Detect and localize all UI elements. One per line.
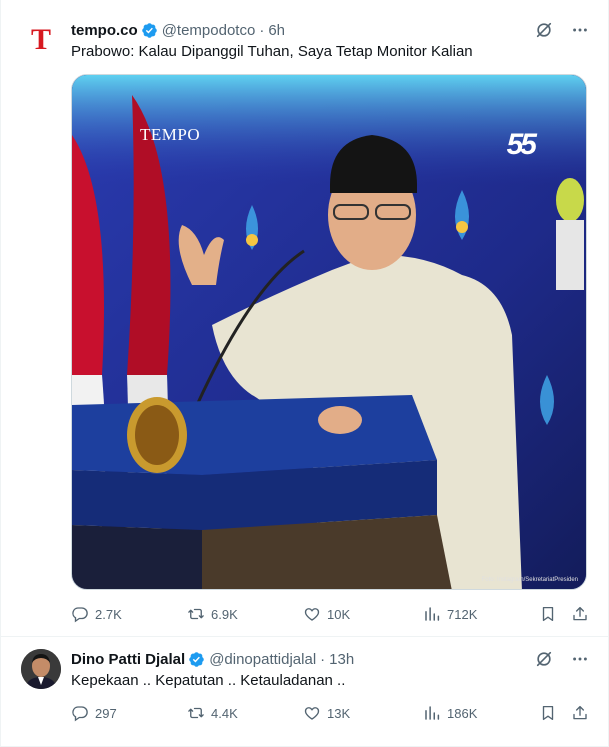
tempo-logo: T bbox=[30, 23, 51, 56]
reply-count: 297 bbox=[95, 705, 117, 721]
repost-icon bbox=[188, 707, 204, 719]
reply-count: 2.7K bbox=[95, 606, 122, 622]
repost-count: 6.9K bbox=[211, 606, 238, 622]
views-icon bbox=[425, 706, 440, 720]
verified-badge-icon bbox=[188, 651, 205, 668]
tweet-actions: 297 4.4K 13K 186K bbox=[71, 703, 591, 723]
views-button[interactable]: 186K bbox=[423, 704, 477, 722]
repost-icon bbox=[188, 608, 204, 620]
tweet-image[interactable]: TEMPO 55 Foto: Instagram/SekretariatPres… bbox=[71, 74, 587, 590]
tweet-text: Prabowo: Kalau Dipanggil Tuhan, Saya Tet… bbox=[71, 43, 473, 60]
tweet-header-actions bbox=[534, 20, 590, 40]
bookmark-button[interactable] bbox=[539, 605, 557, 623]
reply-icon bbox=[72, 607, 88, 623]
media-badge: 55 bbox=[506, 128, 537, 161]
photo-credit: Foto: Instagram/SekretariatPresiden bbox=[481, 577, 578, 583]
repost-button[interactable]: 4.4K bbox=[187, 704, 238, 722]
author-name[interactable]: Dino Patti Djalal bbox=[71, 651, 185, 668]
views-button[interactable]: 712K bbox=[423, 605, 477, 623]
tweet[interactable]: Dino Patti Djalal @dinopattidjalal · 13h… bbox=[1, 637, 608, 747]
bookmark-icon bbox=[542, 606, 554, 622]
tweet[interactable]: T tempo.co @tempodotco · 6h Prabowo: Kal… bbox=[1, 0, 608, 637]
share-icon bbox=[573, 606, 587, 621]
like-button[interactable]: 10K bbox=[303, 605, 350, 623]
tweet-header: Dino Patti Djalal @dinopattidjalal · 13h bbox=[71, 649, 354, 669]
avatar[interactable]: T bbox=[21, 20, 61, 60]
tweet-text: Kepekaan .. Kepatutan .. Ketauladanan .. bbox=[71, 672, 346, 689]
bookmark-icon bbox=[542, 705, 554, 721]
tweet-actions: 2.7K 6.9K 10K 712K bbox=[71, 604, 591, 624]
avatar-photo bbox=[21, 649, 61, 689]
tweet-header: tempo.co @tempodotco · 6h bbox=[71, 20, 285, 40]
author-name[interactable]: tempo.co bbox=[71, 22, 138, 39]
verified-badge-icon bbox=[141, 22, 158, 39]
bookmark-button[interactable] bbox=[539, 704, 557, 722]
timestamp[interactable]: 6h bbox=[268, 22, 285, 39]
like-count: 10K bbox=[327, 606, 351, 622]
share-button[interactable] bbox=[571, 605, 589, 623]
reply-button[interactable]: 297 bbox=[71, 704, 117, 722]
timestamp[interactable]: 13h bbox=[329, 651, 354, 668]
separator: · bbox=[259, 21, 265, 39]
grok-icon[interactable] bbox=[534, 20, 554, 40]
separator: · bbox=[320, 650, 326, 668]
author-handle[interactable]: @tempodotco bbox=[162, 22, 256, 39]
like-button[interactable]: 13K bbox=[303, 704, 350, 722]
share-button[interactable] bbox=[571, 704, 589, 722]
reply-icon bbox=[72, 706, 88, 722]
more-icon[interactable] bbox=[570, 20, 590, 40]
views-count: 712K bbox=[447, 606, 478, 622]
author-handle[interactable]: @dinopattidjalal bbox=[209, 651, 316, 668]
media-watermark: TEMPO bbox=[140, 125, 201, 144]
more-icon[interactable] bbox=[570, 649, 590, 669]
grok-icon[interactable] bbox=[534, 649, 554, 669]
timeline-feed: T tempo.co @tempodotco · 6h Prabowo: Kal… bbox=[0, 0, 609, 747]
tweet-header-actions bbox=[534, 649, 590, 669]
like-icon bbox=[304, 608, 320, 621]
like-icon bbox=[304, 707, 320, 720]
avatar[interactable] bbox=[21, 649, 61, 689]
views-icon bbox=[425, 607, 440, 621]
repost-count: 4.4K bbox=[211, 705, 238, 721]
share-icon bbox=[573, 705, 587, 720]
repost-button[interactable]: 6.9K bbox=[187, 605, 238, 623]
views-count: 186K bbox=[447, 705, 478, 721]
like-count: 13K bbox=[327, 705, 351, 721]
reply-button[interactable]: 2.7K bbox=[71, 605, 122, 623]
